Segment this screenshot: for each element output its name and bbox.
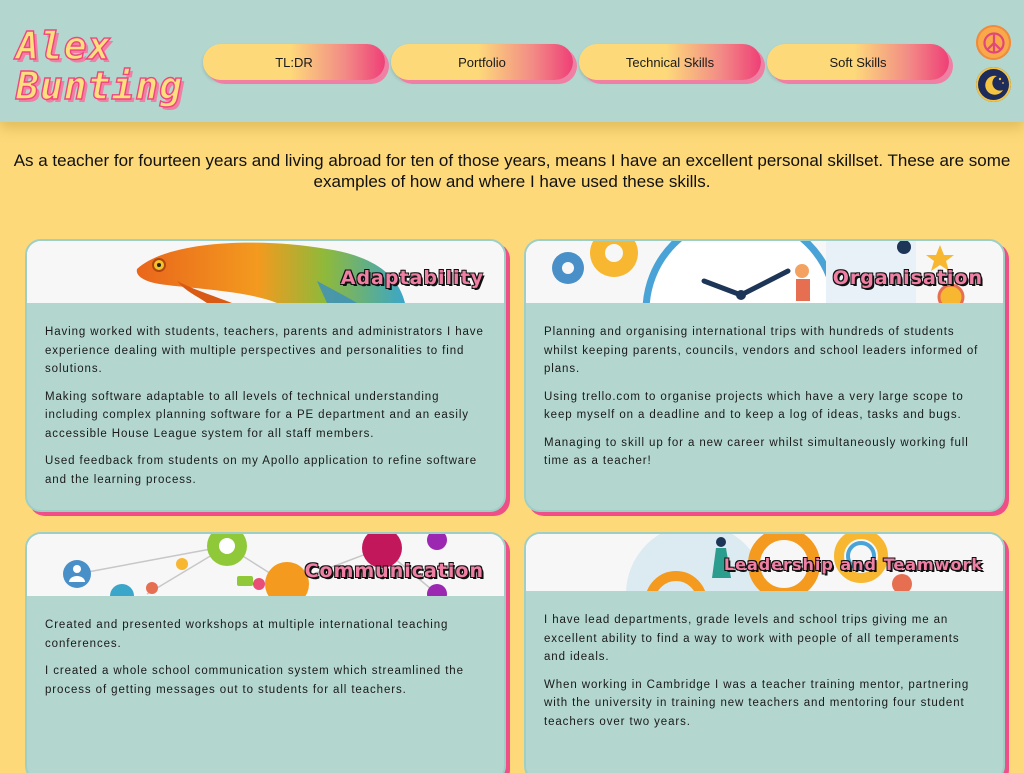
card-banner-image: Adaptability	[27, 241, 504, 303]
skill-card-leadership-teamwork: Leadership and Teamwork I have lead depa…	[524, 532, 1005, 773]
nav-tldr-button[interactable]: TL:DR	[203, 44, 385, 80]
card-paragraph: Having worked with students, teachers, p…	[45, 326, 484, 375]
card-paragraph: Created and presented workshops at multi…	[45, 619, 449, 650]
card-banner-image: Leadership and Teamwork	[526, 534, 1003, 591]
card-paragraph: Making software adaptable to all levels …	[45, 390, 469, 440]
skill-card-communication: Communication Created and presented work…	[25, 532, 506, 773]
card-title: Communication	[304, 560, 484, 582]
intro-text: As a teacher for fourteen years and livi…	[13, 151, 1011, 191]
skill-card-organisation: Organisation Planning and organising int…	[524, 239, 1005, 512]
card-paragraph: Managing to skill up for a new career wh…	[544, 436, 969, 468]
skill-card-adaptability: Adaptability Having worked with students…	[25, 239, 506, 512]
peace-theme-button[interactable]	[976, 25, 1011, 60]
card-paragraph: I created a whole school communication s…	[45, 665, 464, 696]
logo-first-name: Alex	[15, 24, 112, 68]
card-banner-image: Communication	[27, 534, 504, 596]
moon-icon	[984, 75, 1004, 95]
card-body: Planning and organising international tr…	[526, 303, 1003, 471]
dark-mode-button[interactable]	[976, 67, 1011, 102]
card-paragraph: Planning and organising international tr…	[544, 326, 979, 375]
card-paragraph: When working in Cambridge I was a teache…	[544, 678, 970, 728]
card-title: Leadership and Teamwork	[723, 555, 983, 574]
logo-last-name: Bunting	[15, 64, 184, 108]
card-paragraph: Used feedback from students on my Apollo…	[45, 455, 478, 486]
card-banner-image: Organisation	[526, 241, 1003, 303]
card-title: Adaptability	[340, 267, 484, 289]
card-paragraph: I have lead departments, grade levels an…	[544, 614, 960, 663]
card-body: Created and presented workshops at multi…	[27, 596, 504, 699]
card-paragraph: Using trello.com to organise projects wh…	[544, 390, 964, 422]
site-header: Alex Bunting TL:DR Portfolio Technical S…	[0, 0, 1024, 122]
card-title: Organisation	[832, 267, 983, 289]
nav-technical-skills-button[interactable]: Technical Skills	[579, 44, 761, 80]
site-logo[interactable]: Alex Bunting	[15, 24, 191, 108]
card-body: I have lead departments, grade levels an…	[526, 591, 1003, 731]
nav-portfolio-button[interactable]: Portfolio	[391, 44, 573, 80]
nav-soft-skills-button[interactable]: Soft Skills	[767, 44, 949, 80]
card-body: Having worked with students, teachers, p…	[27, 303, 504, 489]
peace-icon	[982, 31, 1005, 54]
